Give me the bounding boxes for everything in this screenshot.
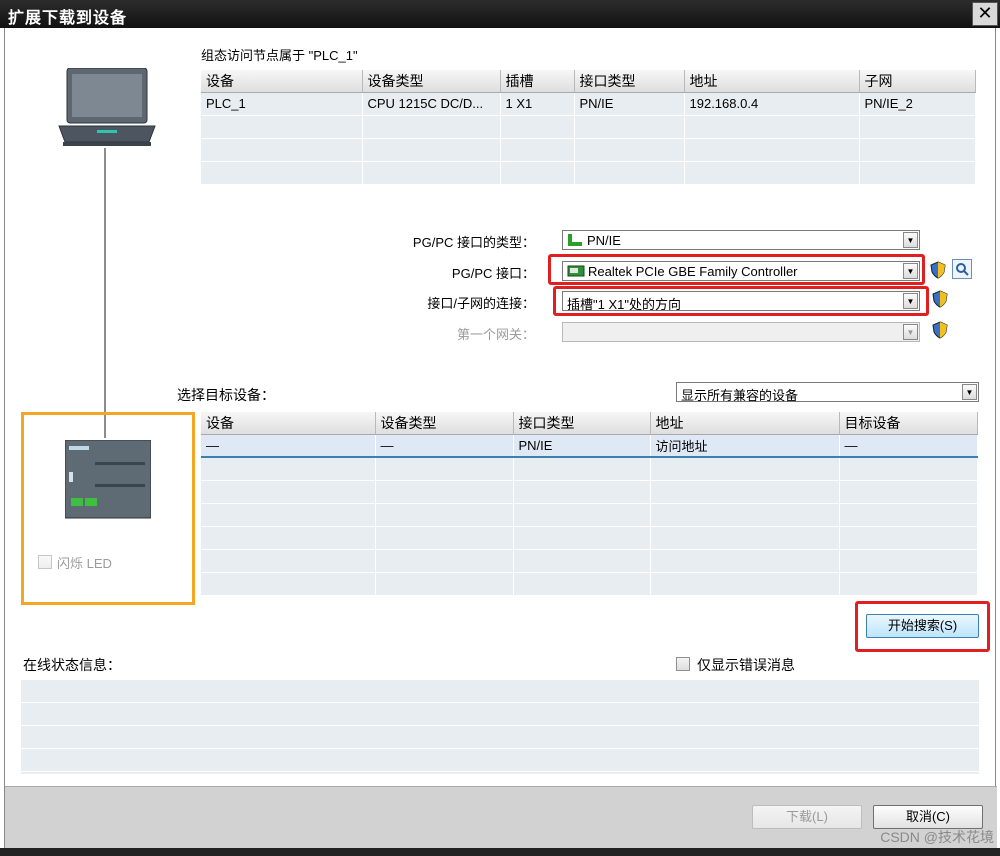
title-bar: 扩展下载到设备 ✕ [0, 0, 1000, 28]
cell-target: — [839, 434, 978, 458]
online-status-list [21, 680, 979, 774]
online-status-label: 在线状态信息： [23, 657, 121, 673]
start-search-button[interactable]: 开始搜索(S) [866, 614, 979, 638]
button-bar: 下载(L) 取消(C) [5, 786, 997, 848]
config-col-slot[interactable]: 插槽 [500, 70, 575, 93]
config-col-subnet[interactable]: 子网 [859, 70, 976, 93]
status-line [21, 703, 979, 726]
cell-address: 192.168.0.4 [684, 92, 860, 116]
status-line [21, 726, 979, 749]
table-row [201, 549, 978, 573]
window-title: 扩展下载到设备 [8, 10, 128, 27]
config-table: 设备 设备类型 插槽 接口类型 地址 子网 PLC_1 CPU 1215C DC… [201, 70, 976, 185]
network-icon [568, 234, 582, 246]
table-row [201, 572, 978, 596]
chevron-down-icon[interactable]: ▼ [903, 232, 918, 248]
table-row [201, 480, 978, 504]
errors-only-checkbox[interactable] [676, 657, 690, 671]
shield-icon [932, 321, 948, 339]
gateway-label: 第一个网关： [456, 327, 535, 342]
config-caption: 组态访问节点属于 "PLC_1" [201, 48, 358, 63]
cell-address: 访问地址 [650, 434, 840, 458]
window-bottom-border [0, 848, 1000, 856]
pgpc-interface-highlight [548, 254, 925, 285]
pgpc-interface-label: PG/PC 接口： [451, 266, 535, 281]
table-row [201, 457, 978, 481]
download-dialog: 闪烁 LED 组态访问节点属于 "PLC_1" 设备 设备类型 插槽 接口类型 … [4, 28, 997, 848]
target-filter-value: 显示所有兼容的设备 [681, 388, 799, 403]
subnet-connection-highlight [553, 286, 929, 316]
cell-device: PLC_1 [201, 92, 363, 116]
table-row[interactable]: — — PN/IE 访问地址 — [201, 434, 978, 458]
target-col-type[interactable]: 设备类型 [375, 412, 514, 435]
watermark-text: CSDN @技术花境 [880, 829, 994, 845]
status-line [21, 749, 979, 772]
target-device-label: 选择目标设备： [177, 387, 275, 403]
config-col-address[interactable]: 地址 [684, 70, 860, 93]
cell-type: CPU 1215C DC/D... [362, 92, 501, 116]
table-row [201, 115, 976, 139]
status-line [21, 680, 979, 703]
cell-device: — [201, 434, 376, 458]
flash-led-label: 闪烁 LED [57, 556, 112, 571]
pgpc-type-select[interactable]: PN/IE ▼ [562, 230, 920, 250]
cell-type: — [375, 434, 514, 458]
config-col-type[interactable]: 设备类型 [362, 70, 501, 93]
table-row [201, 526, 978, 550]
cancel-button[interactable]: 取消(C) [873, 805, 983, 829]
subnet-connection-label: 接口/子网的连接： [427, 296, 535, 311]
config-col-device[interactable]: 设备 [201, 70, 363, 93]
pg-laptop-icon [58, 68, 156, 146]
shield-icon [930, 261, 946, 279]
pgpc-type-label: PG/PC 接口的类型： [412, 235, 535, 250]
target-col-target[interactable]: 目标设备 [839, 412, 978, 435]
config-col-iftype[interactable]: 接口类型 [574, 70, 685, 93]
close-button[interactable]: ✕ [972, 2, 998, 26]
cell-iftype: PN/IE [574, 92, 685, 116]
gateway-select[interactable]: ▼ [562, 322, 920, 342]
magnifier-icon [956, 263, 969, 276]
table-row [201, 161, 976, 185]
target-col-iftype[interactable]: 接口类型 [513, 412, 651, 435]
connection-line [104, 148, 106, 438]
cell-subnet: PN/IE_2 [859, 92, 976, 116]
plc-device-icon [65, 440, 151, 519]
table-row[interactable]: PLC_1 CPU 1215C DC/D... 1 X1 PN/IE 192.1… [201, 92, 976, 116]
cell-iftype: PN/IE [513, 434, 651, 458]
chevron-down-icon[interactable]: ▼ [962, 384, 977, 400]
pgpc-type-value: PN/IE [587, 233, 621, 248]
target-col-address[interactable]: 地址 [650, 412, 840, 435]
properties-icon[interactable] [952, 259, 972, 279]
target-table: 设备 设备类型 接口类型 地址 目标设备 — — PN/IE 访问地址 — [201, 412, 978, 596]
download-button[interactable]: 下载(L) [752, 805, 862, 829]
target-col-device[interactable]: 设备 [201, 412, 376, 435]
errors-only-label: 仅显示错误消息 [697, 657, 795, 673]
table-row [201, 138, 976, 162]
chevron-down-icon[interactable]: ▼ [903, 324, 918, 340]
target-filter-select[interactable]: 显示所有兼容的设备 ▼ [676, 382, 979, 403]
cell-slot: 1 X1 [500, 92, 575, 116]
table-row [201, 503, 978, 527]
shield-icon [932, 290, 948, 308]
flash-led-checkbox[interactable] [38, 555, 52, 569]
